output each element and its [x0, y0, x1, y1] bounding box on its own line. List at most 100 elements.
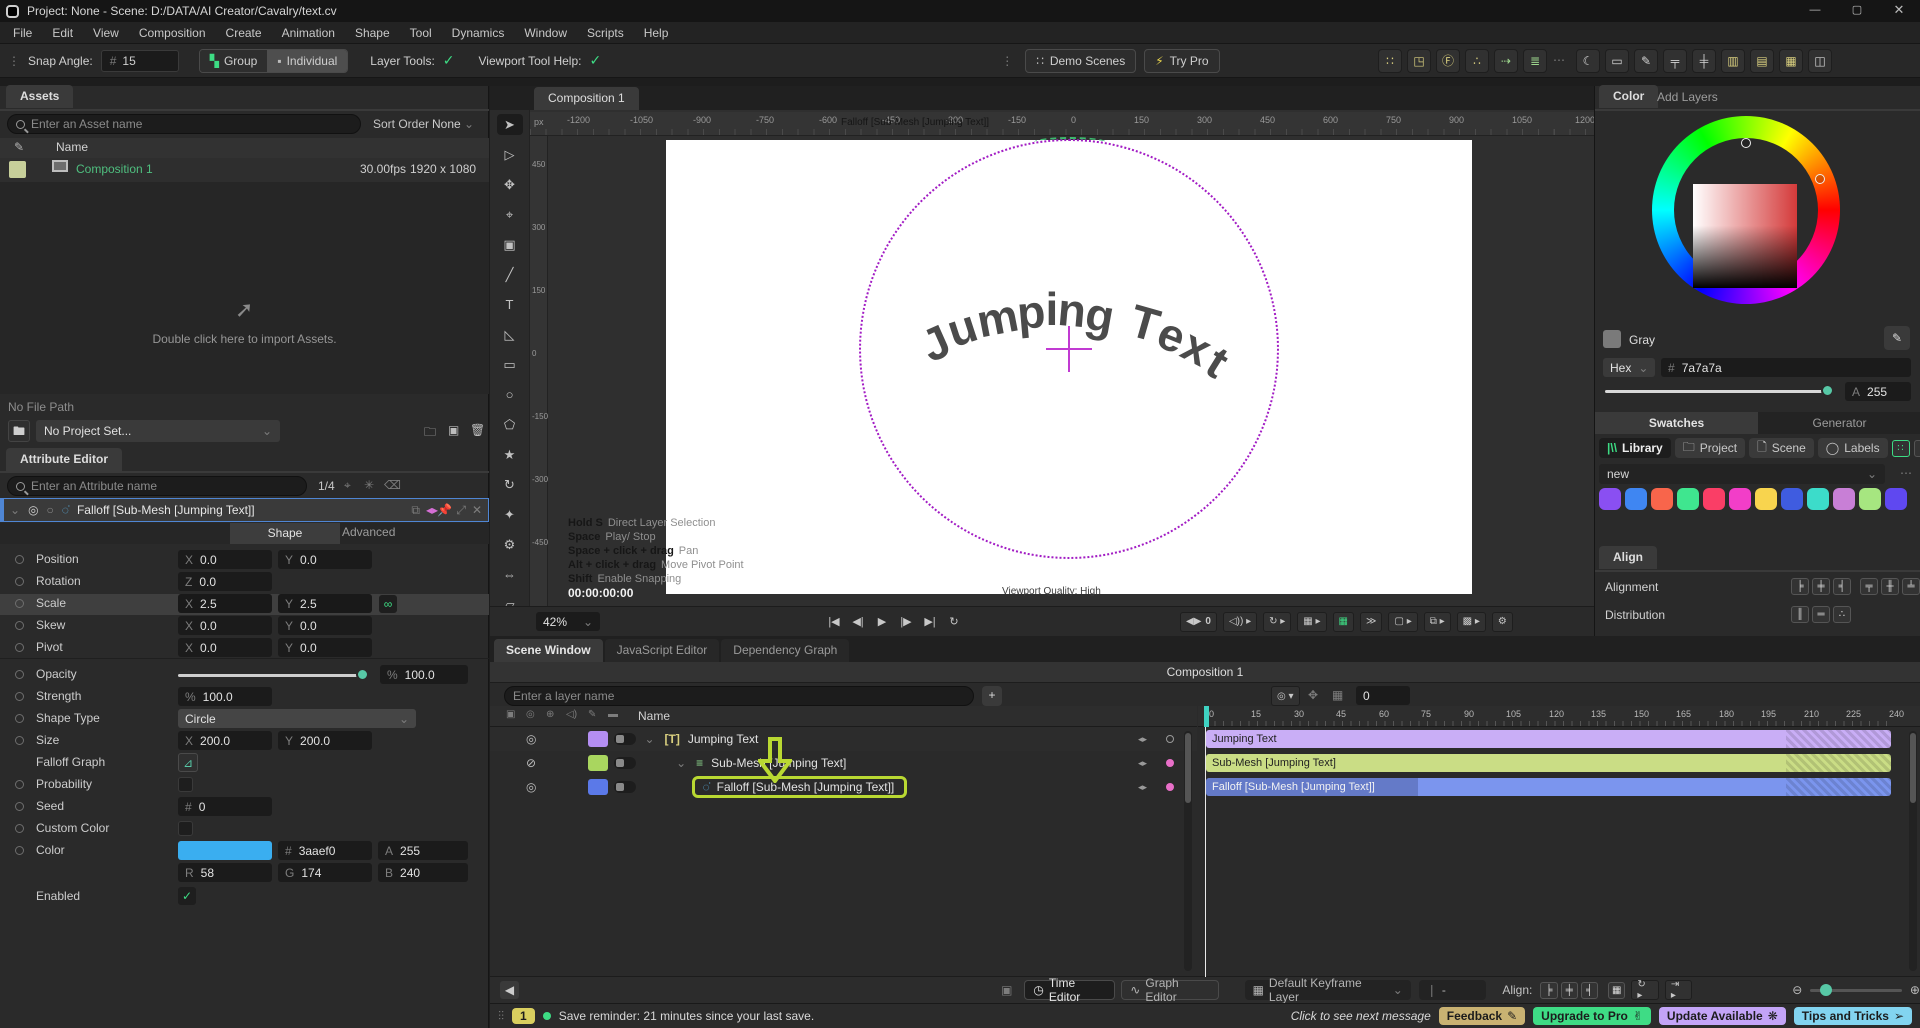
layer-list-scrollbar[interactable]	[1184, 731, 1192, 971]
align-top-icon[interactable]: ╤	[1663, 49, 1687, 73]
tab-shape[interactable]: Shape	[230, 523, 340, 544]
project-source-button[interactable]: 🗀Project	[1675, 438, 1745, 458]
swatch[interactable]	[1755, 488, 1777, 510]
position-y-input[interactable]: Y0.0	[278, 550, 372, 569]
keyframe-dot[interactable]	[15, 555, 24, 564]
swatch[interactable]	[1833, 488, 1855, 510]
toggle-column-icon[interactable]: ▬	[608, 709, 618, 720]
filter-eye-button[interactable]: ◎ ▾	[1271, 686, 1300, 706]
extend-button[interactable]: ⇥ ▸	[1665, 980, 1692, 1000]
columns-1-icon[interactable]: ▥	[1721, 49, 1745, 73]
resize-tool[interactable]: ⇔	[497, 564, 523, 585]
settings-icon[interactable]: ✳	[364, 478, 374, 492]
eyedropper-icon[interactable]: ✎	[14, 140, 24, 154]
polygon-tool[interactable]: ⬠	[497, 414, 523, 435]
snap-angle-input[interactable]: #15	[101, 50, 179, 72]
go-to-end-button[interactable]: ▶|	[920, 612, 940, 632]
timeline-ruler[interactable]: 015 3045 6075 90105 120135 150165 180195…	[1198, 706, 1920, 727]
align-left-button[interactable]: ╞	[1791, 578, 1809, 595]
maximize-button[interactable]: ▢	[1836, 0, 1878, 22]
text-tool[interactable]: T	[497, 294, 523, 315]
try-pro-button[interactable]: ⚡Try Pro	[1144, 49, 1219, 73]
refresh-button[interactable]: ↻ ▸	[1263, 612, 1291, 632]
scene-source-button[interactable]: 🗋Scene	[1749, 438, 1814, 458]
next-frame-button[interactable]: |▶	[896, 612, 916, 632]
close-button[interactable]: ✕	[1878, 0, 1920, 22]
keyframe-layer-dropdown[interactable]: ▦Default Keyframe Layer⌄	[1245, 980, 1411, 1000]
shape-type-dropdown[interactable]: Circle⌄	[178, 709, 416, 728]
lock-column-icon[interactable]: ▣	[506, 709, 515, 720]
swatch[interactable]	[1781, 488, 1803, 510]
layers-button[interactable]: ⧉ ▸	[1424, 612, 1451, 632]
align-right-button[interactable]: ╡	[1833, 578, 1851, 595]
keyframe-dot[interactable]	[1166, 783, 1174, 791]
opacity-slider[interactable]	[178, 674, 366, 677]
keyframe-dot[interactable]	[1166, 735, 1174, 743]
color-hex-input[interactable]: #3aaef0	[278, 841, 372, 860]
demo-scenes-button[interactable]: ∷Demo Scenes	[1025, 49, 1136, 73]
assets-tab[interactable]: Assets	[6, 85, 73, 108]
custom-color-checkbox[interactable]	[178, 821, 193, 836]
falloff-graph-button[interactable]: ⊿	[178, 753, 198, 772]
pivot-y-input[interactable]: Y0.0	[278, 638, 372, 657]
color-b-input[interactable]: B240	[378, 863, 468, 882]
audio-column-icon[interactable]: ◁)	[566, 709, 577, 720]
playhead[interactable]	[1204, 706, 1209, 727]
collapse-panel-button[interactable]: ◀	[500, 981, 519, 999]
zoom-in-icon[interactable]: ⊕	[1910, 983, 1920, 997]
project-set-dropdown[interactable]: No Project Set...⌄	[36, 420, 280, 442]
keyframe-dot[interactable]	[15, 643, 24, 652]
layer-toggle[interactable]	[614, 757, 636, 769]
swatch[interactable]	[1625, 488, 1647, 510]
swatch[interactable]	[1885, 488, 1907, 510]
settings-tool[interactable]: ⚙	[497, 534, 523, 555]
color-swatch[interactable]	[178, 841, 272, 860]
size-y-input[interactable]: Y200.0	[278, 731, 372, 750]
asset-search-input[interactable]: Enter an Asset name	[7, 114, 361, 134]
add-layer-button[interactable]: +	[982, 686, 1002, 706]
menu-scripts[interactable]: Scripts	[578, 24, 633, 42]
hex-mode-dropdown[interactable]: Hex⌄	[1603, 358, 1655, 377]
keyframe-dot[interactable]	[15, 824, 24, 833]
zoom-level-select[interactable]: 42%⌄	[536, 612, 600, 631]
move-icon[interactable]: ✥	[1308, 688, 1318, 702]
menu-file[interactable]: File	[4, 24, 41, 42]
skew-x-input[interactable]: X0.0	[178, 616, 272, 635]
hue-cursor[interactable]	[1815, 174, 1825, 184]
message-count-badge[interactable]: 1	[512, 1008, 535, 1024]
layer-row-falloff[interactable]: ◎ ◌̇ Falloff [Sub-Mesh [Jumping Text]] ◂…	[490, 775, 1197, 799]
direct-select-tool[interactable]: ▷	[497, 144, 523, 165]
menu-window[interactable]: Window	[515, 24, 576, 42]
list-view-icon[interactable]: ≡	[1914, 440, 1920, 457]
keyframe-dot[interactable]	[15, 802, 24, 811]
monitor-icon[interactable]: ▣	[448, 423, 459, 437]
timeline-zoom-slider[interactable]	[1810, 989, 1902, 992]
cycle-button[interactable]: ↻ ▸	[1631, 980, 1658, 1000]
update-available-button[interactable]: Update Available❋	[1659, 1007, 1786, 1025]
group-button[interactable]: ▚Group	[200, 50, 268, 72]
scene-window-tab[interactable]: Scene Window	[494, 639, 603, 662]
expand-chevron-icon[interactable]: ⌄	[676, 756, 686, 770]
expand-icon[interactable]: ⤢	[456, 503, 466, 518]
dock-icon[interactable]: ▣	[1001, 983, 1012, 997]
rotation-z-input[interactable]: Z0.0	[178, 572, 272, 591]
layer-search-input[interactable]: Enter a layer name	[504, 686, 974, 706]
layer-toggle[interactable]	[614, 781, 636, 793]
ellipse-tool[interactable]: ○	[497, 384, 523, 405]
color-tab[interactable]: Color	[1599, 85, 1658, 108]
visibility-eye-icon[interactable]: ◎	[28, 503, 38, 517]
angle-tool[interactable]: ◺	[497, 324, 523, 345]
eyedropper-icon[interactable]: ✎	[1884, 326, 1910, 350]
keyframe-nav-icons[interactable]: ◂▸	[1138, 734, 1147, 745]
asset-drop-area[interactable]: ➚ Double click here to import Assets.	[0, 182, 489, 394]
grid-button[interactable]: ▦ ▸	[1297, 612, 1326, 632]
assets-name-header[interactable]: Name	[56, 140, 88, 154]
pan-tool[interactable]: ✥	[497, 174, 523, 195]
loop-button[interactable]: ↻	[944, 612, 964, 632]
kf-align-right-button[interactable]: ╡	[1581, 982, 1598, 999]
pin-icon[interactable]: 📌	[437, 503, 452, 517]
prev-frame-button[interactable]: ◀|	[848, 612, 868, 632]
menu-view[interactable]: View	[84, 24, 128, 42]
timeline-bar-jumping-text[interactable]: Jumping Text	[1206, 730, 1891, 748]
line-tool[interactable]: ╱	[497, 264, 523, 285]
